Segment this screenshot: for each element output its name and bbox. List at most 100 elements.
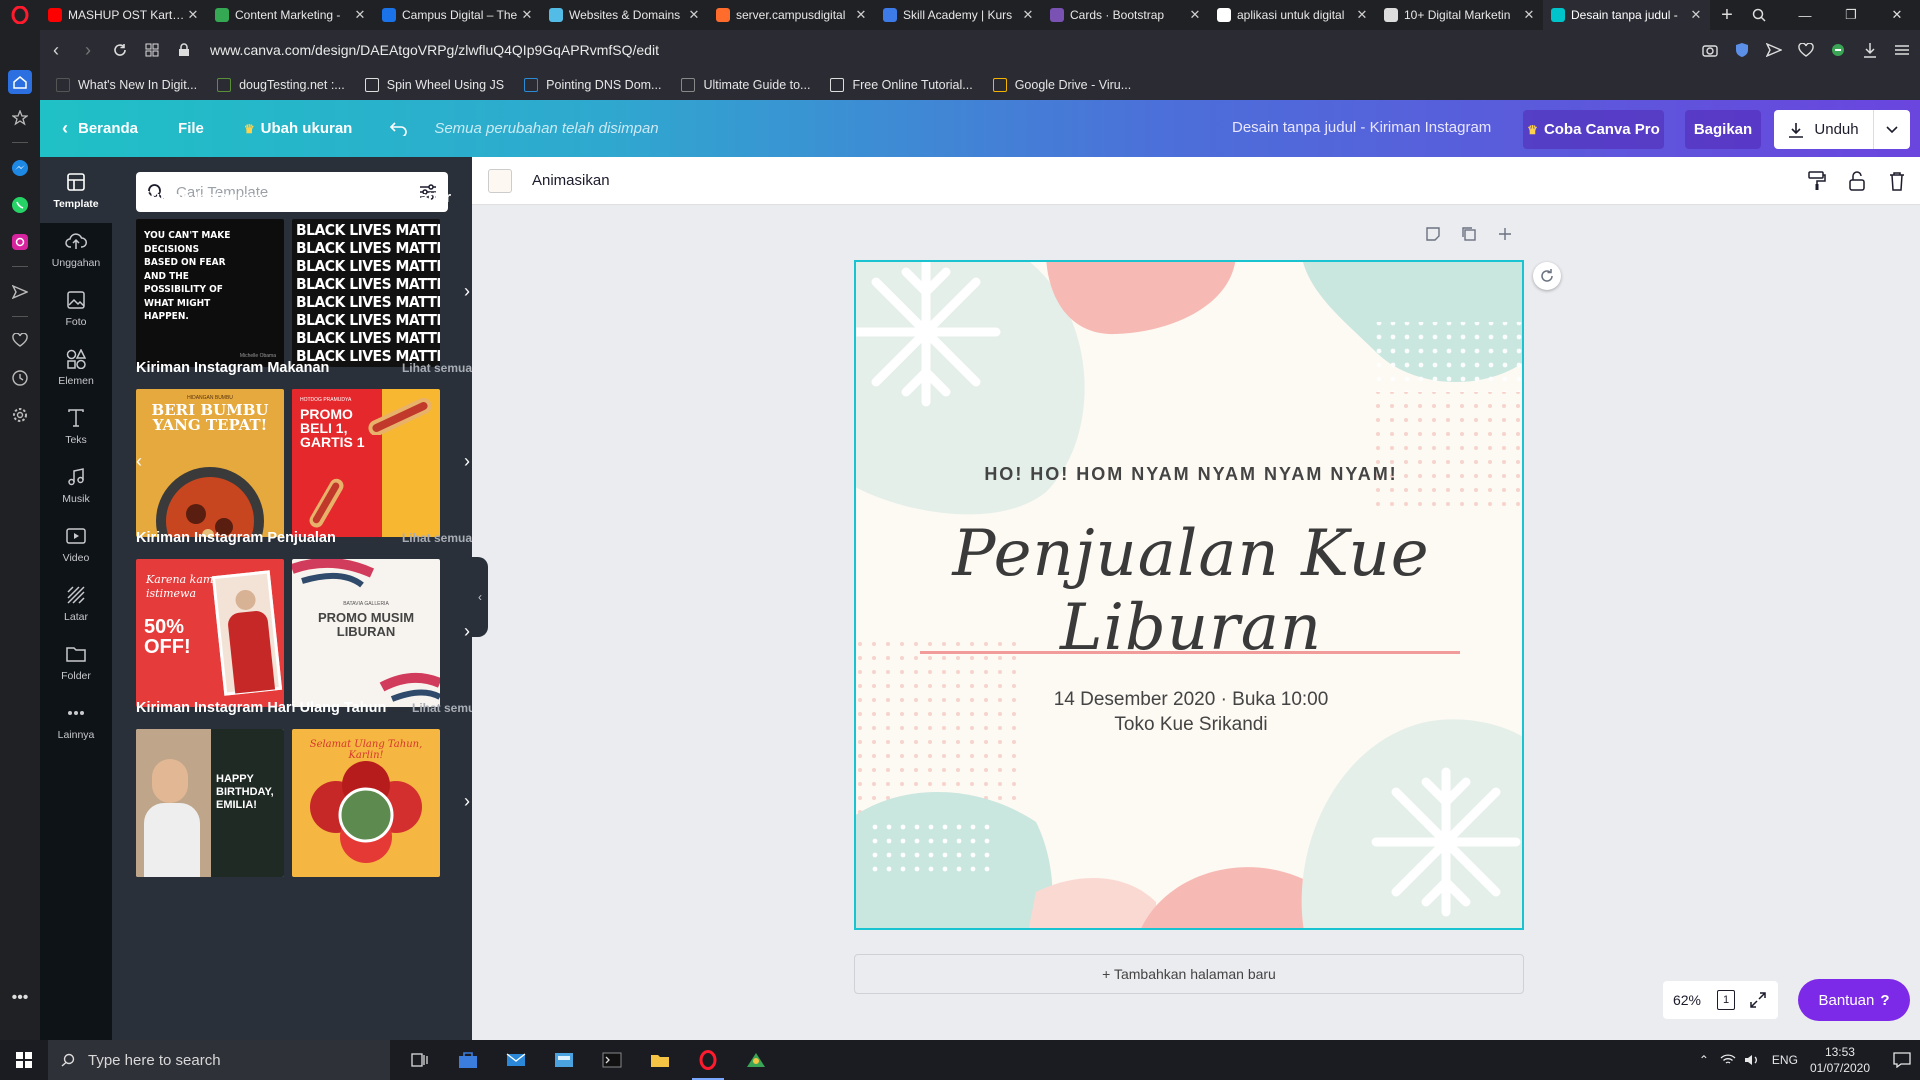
download-button[interactable]: Unduh: [1774, 110, 1874, 149]
volume-icon[interactable]: [1740, 1053, 1764, 1067]
calculator-icon[interactable]: [540, 1040, 588, 1080]
chevron-up-icon[interactable]: ⌃: [1692, 1053, 1716, 1067]
home-button[interactable]: ‹ Beranda: [50, 109, 150, 149]
settings-gear-icon[interactable]: [8, 403, 32, 427]
windows-start-icon[interactable]: [0, 1040, 48, 1080]
add-new-page-button[interactable]: + Tambahkan halaman baru: [854, 954, 1524, 994]
nav-item-background[interactable]: Latar: [40, 570, 112, 636]
nav-item-upload-cloud[interactable]: Unggahan: [40, 216, 112, 282]
zoom-level[interactable]: 62%: [1663, 992, 1711, 1008]
clock[interactable]: 13:53 01/07/2020: [1810, 1044, 1870, 1076]
close-tab-icon[interactable]: ✕: [1688, 7, 1704, 23]
task-view-icon[interactable]: [396, 1040, 444, 1080]
bookmark-item[interactable]: Ultimate Guide to...: [681, 78, 810, 92]
opera-logo-icon[interactable]: [0, 0, 40, 30]
file-menu-button[interactable]: File: [166, 109, 216, 149]
browser-tab[interactable]: Websites & Domains ✕: [541, 0, 708, 30]
heart-icon[interactable]: [1792, 34, 1820, 66]
design-subtitle[interactable]: HO! HO! HOM NYAM NYAM NYAM NYAM!: [856, 464, 1522, 485]
template-thumbnail[interactable]: HAPPY BIRTHDAY, EMILIA!: [136, 729, 284, 877]
note-icon[interactable]: [1422, 223, 1444, 245]
minimize-button[interactable]: —: [1782, 0, 1828, 30]
browser-tab[interactable]: 10+ Digital Marketin ✕: [1376, 0, 1543, 30]
lock-icon[interactable]: [168, 34, 200, 66]
home-icon[interactable]: [8, 70, 32, 94]
rotate-handle-icon[interactable]: [1533, 262, 1561, 290]
share-button[interactable]: Bagikan: [1685, 110, 1761, 149]
fullscreen-icon[interactable]: [1741, 992, 1775, 1008]
reload-button[interactable]: [104, 34, 136, 66]
collapse-panel-chevron-icon[interactable]: ‹: [472, 557, 488, 637]
close-tab-icon[interactable]: ✕: [1354, 7, 1370, 23]
download-icon[interactable]: [1856, 34, 1884, 66]
try-pro-button[interactable]: ♛ Coba Canva Pro: [1523, 110, 1664, 149]
carousel-next-chevron-icon[interactable]: ›: [464, 451, 470, 472]
close-tab-icon[interactable]: ✕: [1521, 7, 1537, 23]
browser-tab[interactable]: Desain tanpa judul - ✕: [1543, 0, 1710, 30]
browser-tab[interactable]: Skill Academy | Kurs ✕: [875, 0, 1042, 30]
design-divider-line[interactable]: [920, 651, 1460, 654]
close-tab-icon[interactable]: ✕: [853, 7, 869, 23]
close-tab-icon[interactable]: ✕: [519, 7, 535, 23]
extension-icon[interactable]: [1824, 34, 1852, 66]
nav-item-elements[interactable]: Elemen: [40, 334, 112, 400]
mail-icon[interactable]: [492, 1040, 540, 1080]
design-date-text[interactable]: 14 Desember 2020 · Buka 10:00: [856, 689, 1522, 711]
whatsapp-icon[interactable]: [8, 193, 32, 217]
maximize-button[interactable]: ❐: [1828, 0, 1874, 30]
history-clock-icon[interactable]: [8, 366, 32, 390]
bookmark-item[interactable]: Free Online Tutorial...: [830, 78, 973, 92]
browser-tab[interactable]: Cards · Bootstrap ✕: [1042, 0, 1209, 30]
send-icon[interactable]: [1760, 34, 1788, 66]
resize-button[interactable]: ♛ Ubah ukuran: [232, 109, 364, 149]
carousel-next-chevron-icon[interactable]: ›: [464, 791, 470, 812]
file-explorer-icon[interactable]: [636, 1040, 684, 1080]
tab-grid-icon[interactable]: [136, 34, 168, 66]
design-heading[interactable]: Penjualan Kue Liburan: [856, 517, 1522, 665]
close-tab-icon[interactable]: ✕: [686, 7, 702, 23]
nav-item-template[interactable]: Template: [40, 157, 112, 223]
close-tab-icon[interactable]: ✕: [1187, 7, 1203, 23]
see-all-link[interactable]: Lihat semua: [402, 531, 472, 545]
vpn-shield-icon[interactable]: [1728, 34, 1756, 66]
browser-tab[interactable]: MASHUP OST Kartun ✕: [40, 0, 207, 30]
bookmark-item[interactable]: Google Drive - Viru...: [992, 78, 1131, 92]
bookmark-item[interactable]: What's New In Digit...: [56, 78, 197, 92]
forward-button[interactable]: ›: [72, 34, 104, 66]
add-page-plus-icon[interactable]: [1494, 223, 1516, 245]
bookmark-item[interactable]: dougTesting.net :...: [217, 78, 345, 92]
back-button[interactable]: ‹: [40, 34, 72, 66]
duplicate-page-icon[interactable]: [1458, 223, 1480, 245]
design-canvas[interactable]: HO! HO! HOM NYAM NYAM NYAM NYAM! Penjual…: [854, 260, 1524, 930]
close-window-button[interactable]: ✕: [1874, 0, 1920, 30]
paint-roller-icon[interactable]: [1802, 167, 1832, 195]
bookmarks-star-icon[interactable]: [8, 106, 32, 130]
camera-icon[interactable]: [1696, 34, 1724, 66]
design-place-text[interactable]: Toko Kue Srikandi: [856, 714, 1522, 736]
nav-item-folder[interactable]: Folder: [40, 629, 112, 695]
menu-icon[interactable]: [1888, 34, 1916, 66]
browser-tab[interactable]: Campus Digital – The ✕: [374, 0, 541, 30]
more-dots-icon[interactable]: •••: [8, 986, 32, 1010]
browser-tab[interactable]: Content Marketing - ✕: [207, 0, 374, 30]
template-thumbnail[interactable]: Karena kamu istimewa 50% OFF!: [136, 559, 284, 707]
store-icon[interactable]: [444, 1040, 492, 1080]
download-options-chevron-icon[interactable]: [1874, 125, 1910, 134]
nav-item-more[interactable]: Lainnya: [40, 688, 112, 754]
unlock-icon[interactable]: [1842, 167, 1872, 195]
close-tab-icon[interactable]: ✕: [1020, 7, 1036, 23]
template-thumbnail[interactable]: HIDANGAN BUMBU BERI BUMBU YANG TEPAT!: [136, 389, 284, 537]
design-title-field[interactable]: Desain tanpa judul - Kiriman Instagram: [1232, 119, 1491, 136]
carousel-next-chevron-icon[interactable]: ›: [464, 281, 470, 302]
background-color-swatch[interactable]: [488, 168, 512, 193]
template-thumbnail[interactable]: Selamat Ulang Tahun, Karlin!: [292, 729, 440, 877]
template-thumbnail[interactable]: YOU CAN'T MAKE DECISIONS BASED ON FEAR A…: [136, 219, 284, 367]
messenger-icon[interactable]: [8, 156, 32, 180]
instagram-icon[interactable]: [8, 230, 32, 254]
template-thumbnail[interactable]: HOTDOG PRAMUDYA PROMO BELI 1, GARTIS 1: [292, 389, 440, 537]
carousel-next-chevron-icon[interactable]: ›: [464, 621, 470, 642]
taskbar-search[interactable]: Type here to search: [48, 1040, 390, 1080]
bookmark-item[interactable]: Pointing DNS Dom...: [524, 78, 661, 92]
template-thumbnail[interactable]: BATAVIA GALLERIA PROMO MUSIM LIBURAN: [292, 559, 440, 707]
browser-tab[interactable]: server.campusdigital ✕: [708, 0, 875, 30]
